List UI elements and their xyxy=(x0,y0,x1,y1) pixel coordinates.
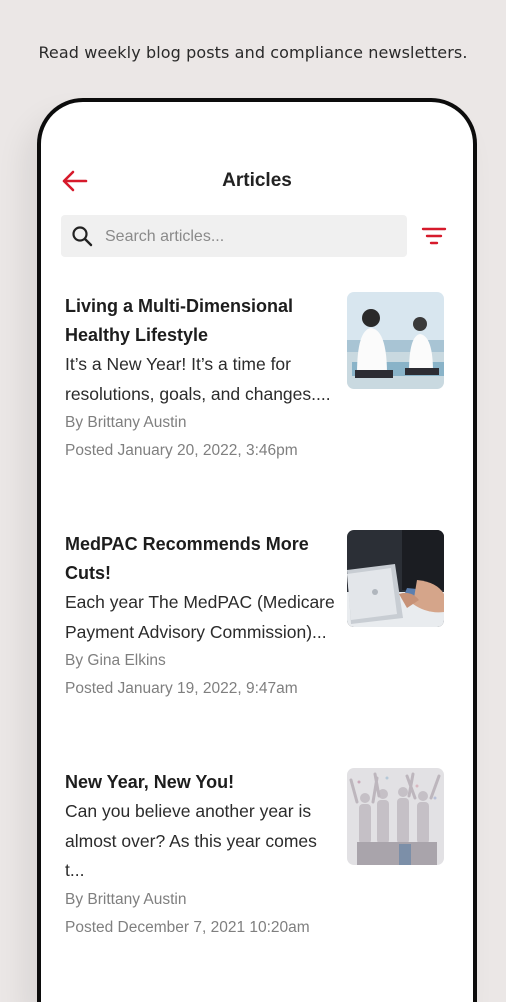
article-title: MedPAC Recommends More Cuts! xyxy=(65,534,309,583)
article-title: Living a Multi-Dimensional Healthy Lifes… xyxy=(65,296,294,345)
article-date: Posted January 19, 2022, 9:47am xyxy=(65,680,298,697)
article-author: By Brittany Austin xyxy=(65,414,187,431)
article-date: Posted December 7, 2021 10:20am xyxy=(65,918,310,936)
article-thumbnail xyxy=(347,292,444,389)
article-excerpt: Can you believe another year is almost o… xyxy=(65,801,317,880)
article-excerpt: It’s a New Year! It’s a time for resolut… xyxy=(65,354,331,404)
article-excerpt: Each year The MedPAC (Medicare Payment A… xyxy=(65,592,335,642)
app-header: Articles xyxy=(41,166,473,196)
article-thumbnail xyxy=(347,768,444,865)
search-icon xyxy=(72,226,93,247)
promo-caption: Read weekly blog posts and compliance ne… xyxy=(38,43,468,62)
phone-frame: Articles Living a Multi-Dimensional Heal… xyxy=(37,98,477,1002)
article-title: New Year, New You! xyxy=(65,772,235,792)
filter-icon[interactable] xyxy=(421,224,447,248)
article-list: Living a Multi-Dimensional Healthy Lifes… xyxy=(41,292,473,1002)
article-date: Posted January 20, 2022, 3:46pm xyxy=(65,442,298,459)
article-thumbnail xyxy=(347,530,444,627)
page-title: Articles xyxy=(222,170,292,191)
search-bar[interactable] xyxy=(61,215,407,259)
article-author: By Gina Elkins xyxy=(65,652,166,669)
search-input[interactable] xyxy=(103,215,397,259)
article-card[interactable]: MedPAC Recommends More Cuts! Each year T… xyxy=(41,530,473,768)
article-card[interactable]: New Year, New You! Can you believe anoth… xyxy=(41,768,473,1002)
article-card[interactable]: Living a Multi-Dimensional Healthy Lifes… xyxy=(41,292,473,530)
